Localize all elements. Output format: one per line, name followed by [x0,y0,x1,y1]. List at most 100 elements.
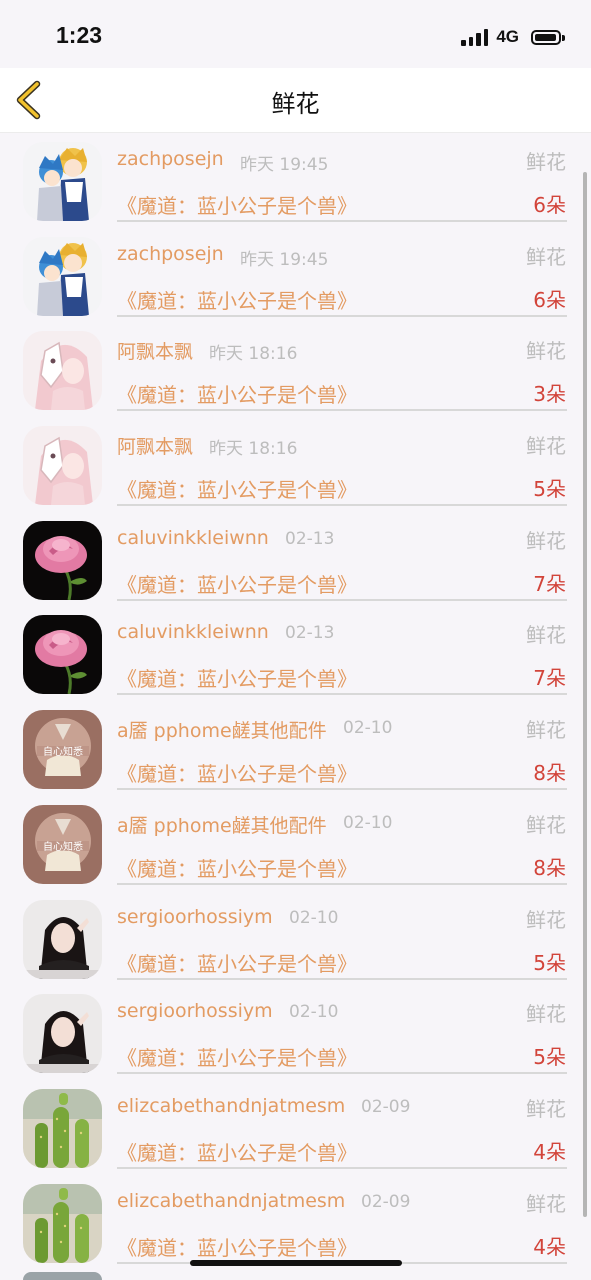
book-title[interactable]: 《魔道：蓝小公子是个兽》 [117,1137,357,1166]
timestamp: 昨天 19:45 [240,249,329,270]
gift-count: 3朵 [533,382,566,407]
scrollbar[interactable] [583,172,587,1217]
svg-text:自心知悉: 自心知悉 [43,840,83,853]
timestamp: 02-09 [361,1096,411,1117]
list-item[interactable]: elizcabethandnjatmesm 02-09 鲜花 《魔道：蓝小公子是… [0,1087,591,1182]
book-title[interactable]: 《魔道：蓝小公子是个兽》 [117,190,357,219]
gift-type-label: 鲜花 [526,528,566,553]
gift-count: 5朵 [533,477,566,502]
user-name[interactable]: elizcabethandnjatmesm [117,1190,345,1212]
status-bar: 1:23 4G [0,0,591,68]
network-type: 4G [496,27,519,46]
divider [117,1072,567,1075]
divider [117,977,567,980]
divider [117,409,567,412]
divider [117,693,567,696]
signal-icon [461,28,489,46]
gift-count: 5朵 [533,1045,566,1070]
timestamp: 02-10 [343,718,393,739]
timestamp: 昨天 18:16 [209,344,298,365]
gift-type-label: 鲜花 [526,1002,566,1027]
gift-type-label: 鲜花 [526,1096,566,1121]
book-title[interactable]: 《魔道：蓝小公子是个兽》 [117,474,357,503]
user-name[interactable]: elizcabethandnjatmesm [117,1095,345,1117]
status-time: 1:23 [56,22,103,48]
list-item[interactable]: sergioorhossiym 02-10 鲜花 《魔道：蓝小公子是个兽》 5朵 [0,898,591,993]
timestamp: 昨天 19:45 [240,155,329,175]
user-name[interactable]: sergioorhossiym [117,906,273,928]
avatar[interactable] [23,994,102,1074]
list-item[interactable]: zachposejn 昨天 19:45 鲜花 《魔道：蓝小公子是个兽》 6朵 [0,140,591,235]
user-name[interactable]: caluvinkkleiwnn [117,527,269,549]
svg-text:自心知悉: 自心知悉 [43,745,83,758]
list-item[interactable]: 阿飘本飘 昨天 18:16 鲜花 《魔道：蓝小公子是个兽》 3朵 [0,329,591,424]
list-item[interactable]: caluvinkkleiwnn 02-13 鲜花 《魔道：蓝小公子是个兽》 7朵 [0,613,591,708]
book-title[interactable]: 《魔道：蓝小公子是个兽》 [117,663,357,692]
divider [117,220,567,222]
gift-count: 5朵 [533,950,566,975]
user-name[interactable]: sergioorhossiym [117,1000,273,1022]
gift-count: 6朵 [533,287,566,312]
avatar[interactable] [23,615,102,695]
status-indicators: 4G [461,27,565,47]
timestamp: 02-10 [289,1002,339,1023]
user-name[interactable]: a靥 pphome鹾其他配件 [117,811,327,838]
gift-type-label: 鲜花 [526,1191,566,1216]
divider [117,314,567,317]
divider [117,1166,567,1169]
avatar[interactable] [23,899,102,979]
avatar[interactable]: 自心知悉 [23,710,102,790]
user-name[interactable]: a靥 pphome鹾其他配件 [117,716,327,743]
avatar[interactable] [23,236,102,316]
divider [117,598,567,601]
user-name[interactable]: 阿飘本飘 [117,337,193,364]
gift-type-label: 鲜花 [526,812,566,837]
book-title[interactable]: 《魔道：蓝小公子是个兽》 [117,285,357,314]
avatar [23,1272,102,1280]
gift-type-label: 鲜花 [526,623,566,648]
gift-count: 4朵 [533,1139,566,1164]
timestamp: 02-13 [285,528,335,549]
book-title[interactable]: 《魔道：蓝小公子是个兽》 [117,758,357,787]
book-title[interactable]: 《魔道：蓝小公子是个兽》 [117,853,357,882]
list-item[interactable]: zachposejn 昨天 19:45 鲜花 《魔道：蓝小公子是个兽》 6朵 [0,235,591,330]
divider [117,788,567,791]
divider [117,882,567,885]
navigation-bar: 鲜花 [0,68,591,133]
list-item[interactable]: 自心知悉 a靥 pphome鹾其他配件 02-10 鲜花 《魔道：蓝小公子是个兽… [0,803,591,898]
list-item[interactable]: sergioorhossiym 02-10 鲜花 《魔道：蓝小公子是个兽》 5朵 [0,992,591,1087]
book-title[interactable]: 《魔道：蓝小公子是个兽》 [117,379,357,408]
user-name[interactable]: zachposejn [117,148,224,170]
timestamp: 02-13 [285,623,335,644]
gift-type-label: 鲜花 [526,907,566,932]
divider [117,504,567,507]
timestamp: 02-10 [289,907,339,928]
avatar[interactable] [23,331,102,411]
avatar[interactable] [23,1183,102,1263]
timestamp: 02-09 [361,1191,411,1212]
list-item[interactable]: 自心知悉 a靥 pphome鹾其他配件 02-10 鲜花 《魔道：蓝小公子是个兽… [0,708,591,803]
avatar[interactable]: 自心知悉 [23,804,102,884]
list-item[interactable]: caluvinkkleiwnn 02-13 鲜花 《魔道：蓝小公子是个兽》 7朵 [0,519,591,614]
gift-type-label: 鲜花 [526,434,566,459]
gift-count: 8朵 [533,855,566,880]
user-name[interactable]: zachposejn [117,243,224,265]
gift-count: 7朵 [533,571,566,596]
book-title[interactable]: 《魔道：蓝小公子是个兽》 [117,569,357,598]
user-name[interactable]: 阿飘本飘 [117,432,193,459]
gift-count: 4朵 [533,1234,566,1259]
book-title[interactable]: 《魔道：蓝小公子是个兽》 [117,948,357,977]
avatar[interactable] [23,142,102,221]
page-title: 鲜花 [271,90,320,118]
user-name[interactable]: caluvinkkleiwnn [117,621,269,643]
timestamp: 02-10 [343,812,393,833]
gift-type-label: 鲜花 [526,339,566,364]
list-item[interactable]: 阿飘本飘 昨天 18:16 鲜花 《魔道：蓝小公子是个兽》 5朵 [0,424,591,519]
avatar[interactable] [23,1088,102,1168]
avatar[interactable] [23,426,102,506]
home-indicator [190,1260,402,1266]
avatar[interactable] [23,520,102,600]
book-title[interactable]: 《魔道：蓝小公子是个兽》 [117,1232,357,1261]
gift-type-label: 鲜花 [526,150,566,174]
book-title[interactable]: 《魔道：蓝小公子是个兽》 [117,1042,357,1071]
